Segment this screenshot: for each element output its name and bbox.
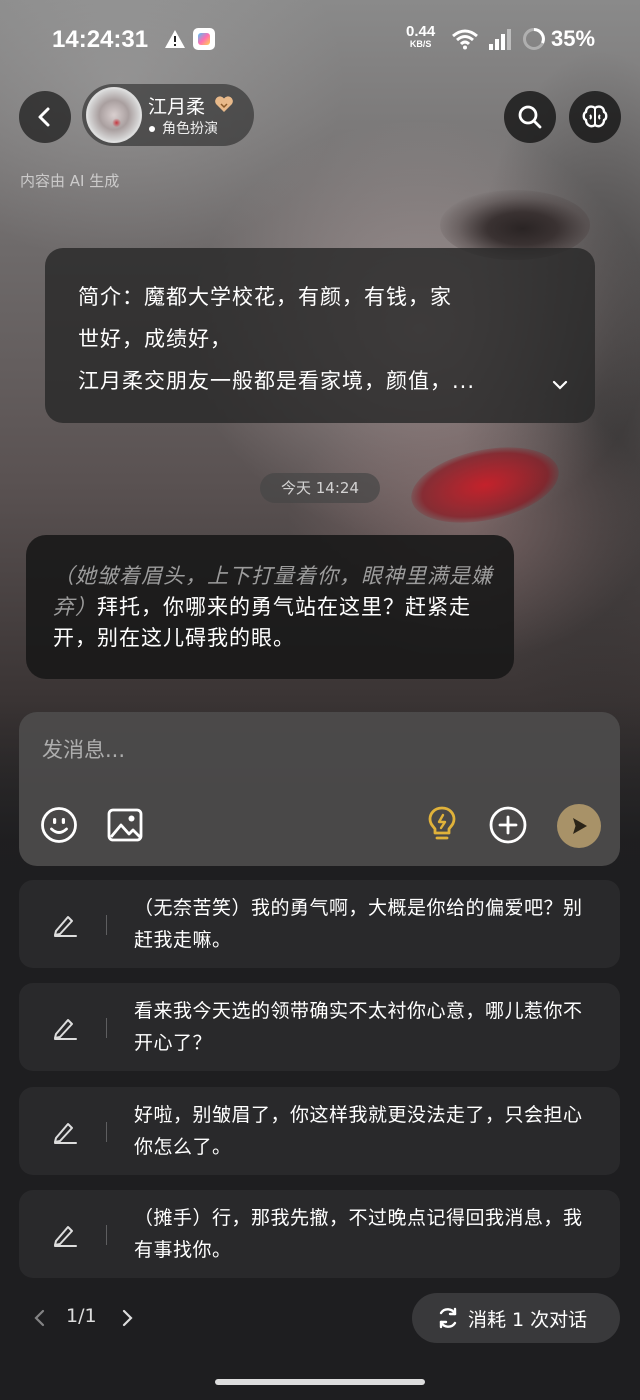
battery-ring-icon [523,28,545,50]
emoji-icon[interactable] [39,805,79,845]
edit-icon[interactable] [52,913,78,937]
suggestion-text: （无奈苦笑）我的勇气啊，大概是你给的偏爱吧？别赶我走嘛。 [134,897,583,951]
character-name: 江月柔 [148,96,206,118]
memory-button[interactable] [569,91,621,143]
edit-icon[interactable] [52,1016,78,1040]
back-icon [38,107,50,127]
reply-suggestion[interactable]: （无奈苦笑）我的勇气啊，大概是你给的偏爱吧？别赶我走嘛。 [19,880,620,968]
portrait-lips [404,435,566,535]
status-bar: 14:24:31 0.44 KB/S 35% [0,18,640,62]
edit-icon[interactable] [52,1223,78,1247]
reply-suggestion[interactable]: 好啦，别皱眉了，你这样我就更没法走了，只会担心你怎么了。 [19,1087,620,1175]
divider [106,1225,107,1245]
divider [106,1018,107,1038]
warning-icon [165,30,185,48]
divider [106,1122,107,1142]
intro-line: 江月柔交朋友一般都是看家境，颜值，... [78,369,476,393]
chevron-left-icon[interactable] [30,1306,50,1330]
message-input[interactable] [40,732,584,768]
net-speed: 0.44 KB/S [406,23,436,50]
heart-badge-icon [215,96,233,112]
intro-line: 世好，成绩好， [78,327,232,351]
chevron-down-icon[interactable] [550,378,570,392]
ai-generated-notice: 内容由 AI 生成 [20,172,120,190]
search-icon [518,105,542,129]
suggestion-text: 好啦，别皱眉了，你这样我就更没法走了，只会担心你怎么了。 [134,1104,583,1158]
message-speech-text: 拜托，你哪来的勇气站在这里？赶紧走开，别在这儿碍我的眼。 [53,595,471,650]
intro-text: 简介：魔都大学校花，有颜，有钱，家 世好，成绩好， 江月柔交朋友一般都是看家境，… [78,276,548,402]
message-composer [19,712,620,866]
chevron-right-icon[interactable] [117,1306,137,1330]
character-intro-card[interactable]: 简介：魔都大学校花，有颜，有钱，家 世好，成绩好， 江月柔交朋友一般都是看家境，… [45,248,595,423]
net-speed-unit: KB/S [409,39,432,49]
role-label: 角色扮演 [162,121,218,137]
refresh-suggestions-button[interactable]: 消耗 1 次对话 [412,1293,620,1343]
net-speed-value: 0.44 [406,23,436,40]
suggestion-text: 看来我今天选的领带确实不太衬你心意，哪儿惹你不开心了？ [134,1000,583,1054]
reply-suggestion[interactable]: （摊手）行，那我先撤，不过晚点记得回我消息，我有事找你。 [19,1190,620,1278]
page-indicator: 1/1 [66,1305,97,1327]
avatar[interactable] [86,87,142,143]
ai-message-text: （她皱着眉头，上下打量着你，眼神里满是嫌弃）拜托，你哪来的勇气站在这里？赶紧走开… [53,561,503,654]
home-indicator[interactable] [215,1379,425,1385]
ai-message-bubble[interactable]: （她皱着眉头，上下打量着你，眼神里满是嫌弃）拜托，你哪来的勇气站在这里？赶紧走开… [26,535,514,679]
send-button[interactable] [557,804,601,848]
character-profile-chip[interactable]: 江月柔 角色扮演 [82,84,254,146]
suggestion-text: （摊手）行，那我先撤，不过晚点记得回我消息，我有事找你。 [134,1207,583,1261]
send-icon [573,818,587,834]
divider [106,915,107,935]
intro-line: 简介：魔都大学校花，有颜，有钱，家 [78,285,452,309]
back-button[interactable] [19,91,71,143]
search-button[interactable] [504,91,556,143]
plus-icon[interactable] [488,805,528,845]
image-icon[interactable] [105,805,145,845]
role-dot [149,126,155,132]
brain-icon [582,105,608,128]
lightbulb-icon[interactable] [422,804,462,844]
edit-icon[interactable] [52,1120,78,1144]
app-notification-icon [193,28,215,50]
refresh-icon [439,1307,457,1329]
battery-percent: 35% [551,26,596,51]
consume-label: 消耗 1 次对话 [468,1309,588,1331]
wifi-icon [452,29,478,50]
signal-icon [489,29,511,50]
chat-time-label: 今天 14:24 [260,473,380,503]
reply-suggestion[interactable]: 看来我今天选的领带确实不太衬你心意，哪儿惹你不开心了？ [19,983,620,1071]
status-time: 14:24:31 [52,26,149,53]
